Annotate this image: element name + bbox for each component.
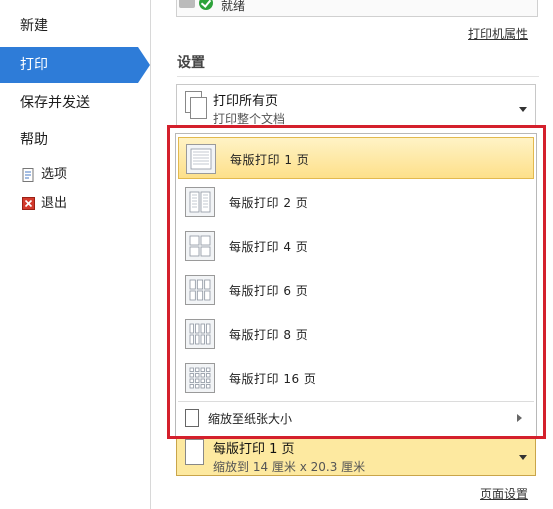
ready-check-icon — [199, 0, 213, 10]
pages-icon — [185, 91, 207, 119]
nav-exit[interactable]: 退出 — [22, 193, 67, 215]
nav-options[interactable]: 选项 — [22, 164, 67, 186]
pages-per-sheet-option[interactable]: 每版打印 16 页 — [178, 357, 534, 399]
pages-per-sheet-option[interactable]: 每版打印 2 页 — [178, 181, 534, 223]
nav-new[interactable]: 新建 — [0, 8, 138, 44]
pages-per-sheet-option-label: 每版打印 6 页 — [229, 284, 309, 298]
printer-properties-link[interactable]: 打印机属性 — [468, 25, 528, 42]
backstage-nav: 新建 打印 保存并发送 帮助 选项 退出 — [0, 0, 151, 509]
settings-heading: 设置 — [177, 55, 205, 71]
pages-per-sheet-option[interactable]: 每版打印 6 页 — [178, 269, 534, 311]
page-layout-icon — [185, 319, 215, 349]
exit-icon — [22, 196, 35, 211]
nav-save-send[interactable]: 保存并发送 — [0, 85, 138, 121]
page-layout-icon — [185, 187, 215, 217]
nav-print[interactable]: 打印 — [0, 47, 138, 83]
chevron-down-icon — [519, 107, 527, 112]
pages-per-sheet-option[interactable]: 每版打印 4 页 — [178, 225, 534, 267]
page-setup-link[interactable]: 页面设置 — [480, 485, 528, 502]
chevron-down-icon — [519, 455, 527, 460]
pages-per-sheet-option-label: 每版打印 8 页 — [229, 328, 309, 342]
scale-to-paper-label: 缩放至纸张大小 — [208, 412, 293, 426]
print-range-dropdown[interactable]: 打印所有页 打印整个文档 — [176, 84, 536, 128]
pages-per-sheet-option[interactable]: 每版打印 8 页 — [178, 313, 534, 355]
nav-options-label: 选项 — [41, 167, 68, 182]
print-range-subtitle: 打印整个文档 — [213, 112, 286, 126]
printer-status: 就绪 — [221, 0, 246, 13]
printer-selector[interactable]: 就绪 — [176, 0, 538, 17]
pages-per-sheet-option-label: 每版打印 4 页 — [229, 240, 309, 254]
pages-per-sheet-option-label: 每版打印 16 页 — [229, 372, 317, 386]
printer-icon — [179, 0, 195, 8]
page-icon — [185, 439, 207, 467]
pages-per-sheet-option[interactable]: 每版打印 1 页 — [178, 137, 534, 179]
nav-help[interactable]: 帮助 — [0, 122, 138, 158]
scale-to-paper-item[interactable]: 缩放至纸张大小 — [178, 404, 534, 434]
page-layout-icon — [185, 231, 215, 261]
menu-separator — [178, 401, 534, 402]
page-layout-icon — [186, 144, 216, 174]
pages-per-sheet-subtitle: 缩放到 14 厘米 x 20.3 厘米 — [213, 460, 366, 474]
settings-divider — [177, 76, 539, 77]
nav-exit-label: 退出 — [41, 196, 68, 211]
scale-icon — [185, 409, 199, 427]
page-layout-icon — [185, 363, 215, 393]
pages-per-sheet-option-label: 每版打印 1 页 — [230, 153, 310, 167]
pages-per-sheet-dropdown[interactable]: 每版打印 1 页 缩放到 14 厘米 x 20.3 厘米 — [176, 432, 536, 476]
pages-per-sheet-option-label: 每版打印 2 页 — [229, 196, 309, 210]
nav-active-arrow — [138, 47, 150, 83]
page-layout-icon — [185, 275, 215, 305]
pages-per-sheet-title: 每版打印 1 页 — [213, 442, 295, 457]
pages-per-sheet-menu: 每版打印 1 页每版打印 2 页每版打印 4 页每版打印 6 页每版打印 8 页… — [175, 133, 537, 438]
options-icon — [22, 167, 35, 182]
print-range-title: 打印所有页 — [213, 94, 279, 109]
chevron-right-icon — [517, 414, 522, 422]
